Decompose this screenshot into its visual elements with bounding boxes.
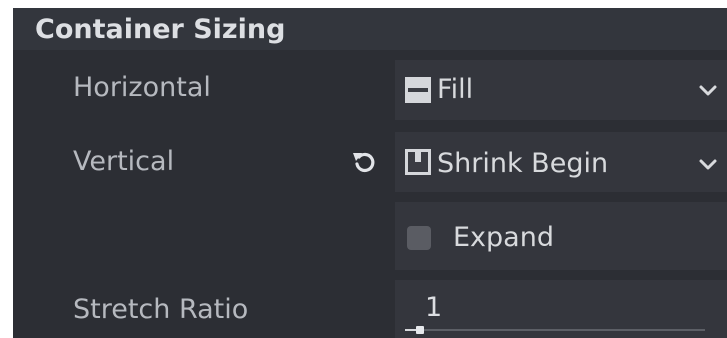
vertical-dropdown[interactable]: Shrink Begin bbox=[395, 132, 727, 192]
expand-checkbox[interactable] bbox=[407, 226, 431, 250]
expand-label: Expand bbox=[453, 222, 554, 253]
stretch-ratio-slider[interactable] bbox=[405, 326, 705, 334]
section-header-container-sizing[interactable]: Container Sizing bbox=[13, 8, 727, 50]
section-title: Container Sizing bbox=[35, 14, 286, 45]
stretch-ratio-spinbox[interactable]: 1 bbox=[395, 280, 727, 338]
shrink-begin-icon bbox=[405, 149, 431, 175]
property-row-expand: Expand bbox=[13, 202, 727, 272]
chevron-down-icon bbox=[697, 80, 719, 102]
property-row-stretch-ratio: Stretch Ratio 1 bbox=[13, 280, 727, 338]
property-row-vertical: Vertical Shrink Begin bbox=[13, 130, 727, 194]
stretch-ratio-label: Stretch Ratio bbox=[73, 294, 249, 325]
slider-grabber[interactable] bbox=[416, 326, 424, 334]
revert-icon[interactable] bbox=[351, 149, 377, 175]
chevron-down-icon bbox=[697, 154, 719, 176]
horizontal-value: Fill bbox=[437, 74, 474, 105]
vertical-label: Vertical bbox=[73, 146, 175, 177]
fill-icon bbox=[405, 77, 431, 103]
property-row-horizontal: Horizontal Fill bbox=[13, 58, 727, 122]
horizontal-label: Horizontal bbox=[73, 72, 211, 103]
horizontal-dropdown[interactable]: Fill bbox=[395, 60, 727, 120]
expand-checkbox-row[interactable]: Expand bbox=[395, 202, 727, 270]
inspector-panel: Container Sizing Horizontal Fill Vertica… bbox=[13, 8, 727, 338]
vertical-value: Shrink Begin bbox=[437, 148, 609, 179]
stretch-ratio-value[interactable]: 1 bbox=[425, 292, 442, 324]
